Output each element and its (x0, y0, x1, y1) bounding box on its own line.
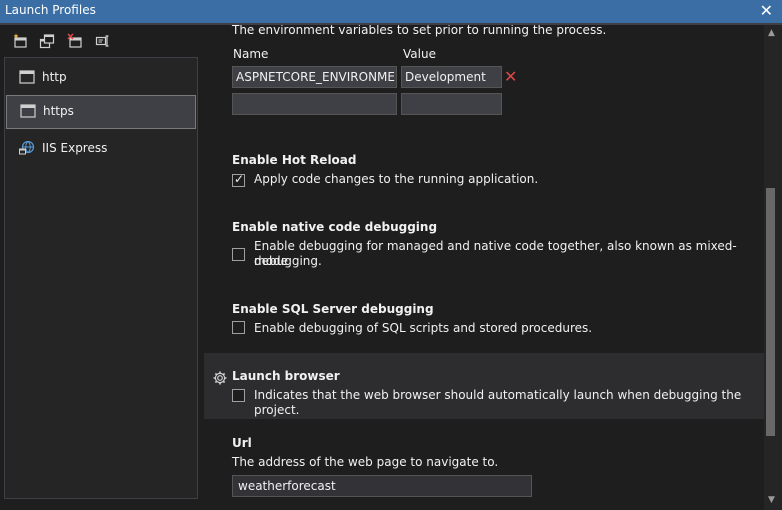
scroll-up-icon[interactable]: ▲ (768, 28, 775, 38)
scrollbar-thumb[interactable] (766, 188, 775, 436)
env-value-cell-empty[interactable] (401, 93, 502, 115)
vertical-scrollbar[interactable]: ▲ ▼ (764, 25, 782, 510)
scroll-down-icon[interactable]: ▼ (768, 495, 775, 505)
url-heading: Url (232, 436, 252, 450)
window-icon (20, 104, 36, 118)
new-profile-icon[interactable] (12, 33, 28, 49)
profiles-toolbar (0, 25, 204, 57)
sidebar-item-https[interactable]: https (6, 95, 196, 129)
native-debug-heading: Enable native code debugging (232, 220, 438, 234)
hot-reload-section: Enable Hot Reload ✓ Apply code changes t… (204, 150, 764, 195)
env-name-cell-empty[interactable] (232, 93, 397, 115)
sql-debug-heading: Enable SQL Server debugging (232, 302, 434, 316)
env-value-header: Value (403, 47, 436, 61)
hot-reload-label: Apply code changes to the running applic… (254, 172, 539, 186)
hot-reload-checkbox[interactable]: ✓ (232, 172, 245, 187)
sidebar-item-label: http (42, 70, 67, 84)
profile-list: http https IIS Express (4, 57, 198, 499)
env-vars-section: The environment variables to set prior t… (204, 25, 764, 127)
sidebar-item-label: https (43, 104, 74, 118)
sql-debug-label: Enable debugging of SQL scripts and stor… (254, 321, 593, 335)
env-name-header: Name (233, 47, 269, 61)
sidebar-item-iis-express[interactable]: IIS Express (5, 132, 195, 164)
window-title: Launch Profiles (5, 3, 96, 17)
profile-settings-panel: The environment variables to set prior t… (204, 25, 764, 510)
delete-profile-icon[interactable] (67, 33, 83, 49)
url-input[interactable]: weatherforecast (232, 475, 532, 497)
url-section: Url The address of the web page to navig… (204, 433, 764, 510)
globe-icon (19, 141, 35, 155)
remove-row-icon[interactable]: ✕ (504, 67, 517, 86)
sidebar-item-label: IIS Express (42, 141, 108, 155)
launch-browser-section: Launch browser Indicates that the web br… (204, 353, 764, 419)
sql-debug-section: Enable SQL Server debugging Enable debug… (204, 299, 764, 344)
launch-browser-checkbox[interactable] (232, 389, 245, 402)
launch-browser-heading: Launch browser (232, 369, 340, 383)
close-icon[interactable]: ✕ (760, 1, 773, 20)
title-bar: Launch Profiles ✕ (0, 0, 782, 23)
copy-profile-icon[interactable] (39, 33, 55, 49)
env-value-cell[interactable]: Development (401, 66, 502, 88)
gear-icon[interactable] (212, 370, 228, 386)
native-debug-section: Enable native code debugging Enable debu… (204, 217, 764, 272)
url-description: The address of the web page to navigate … (232, 455, 499, 469)
sql-debug-checkbox[interactable] (232, 321, 245, 334)
launch-browser-label: Indicates that the web browser should au… (254, 388, 742, 417)
env-name-cell[interactable]: ASPNETCORE_ENVIRONMENT (232, 66, 397, 88)
hot-reload-heading: Enable Hot Reload (232, 153, 357, 167)
native-debug-label-line1: Enable debugging for managed and native … (254, 239, 737, 268)
window-icon (19, 70, 35, 84)
env-vars-description: The environment variables to set prior t… (232, 25, 607, 37)
native-debug-label-line2: debugging. (254, 254, 322, 268)
checkmark-icon: ✓ (234, 172, 245, 186)
sidebar-item-http[interactable]: http (5, 61, 195, 93)
rename-profile-icon[interactable] (95, 33, 111, 49)
native-debug-checkbox[interactable] (232, 248, 245, 261)
